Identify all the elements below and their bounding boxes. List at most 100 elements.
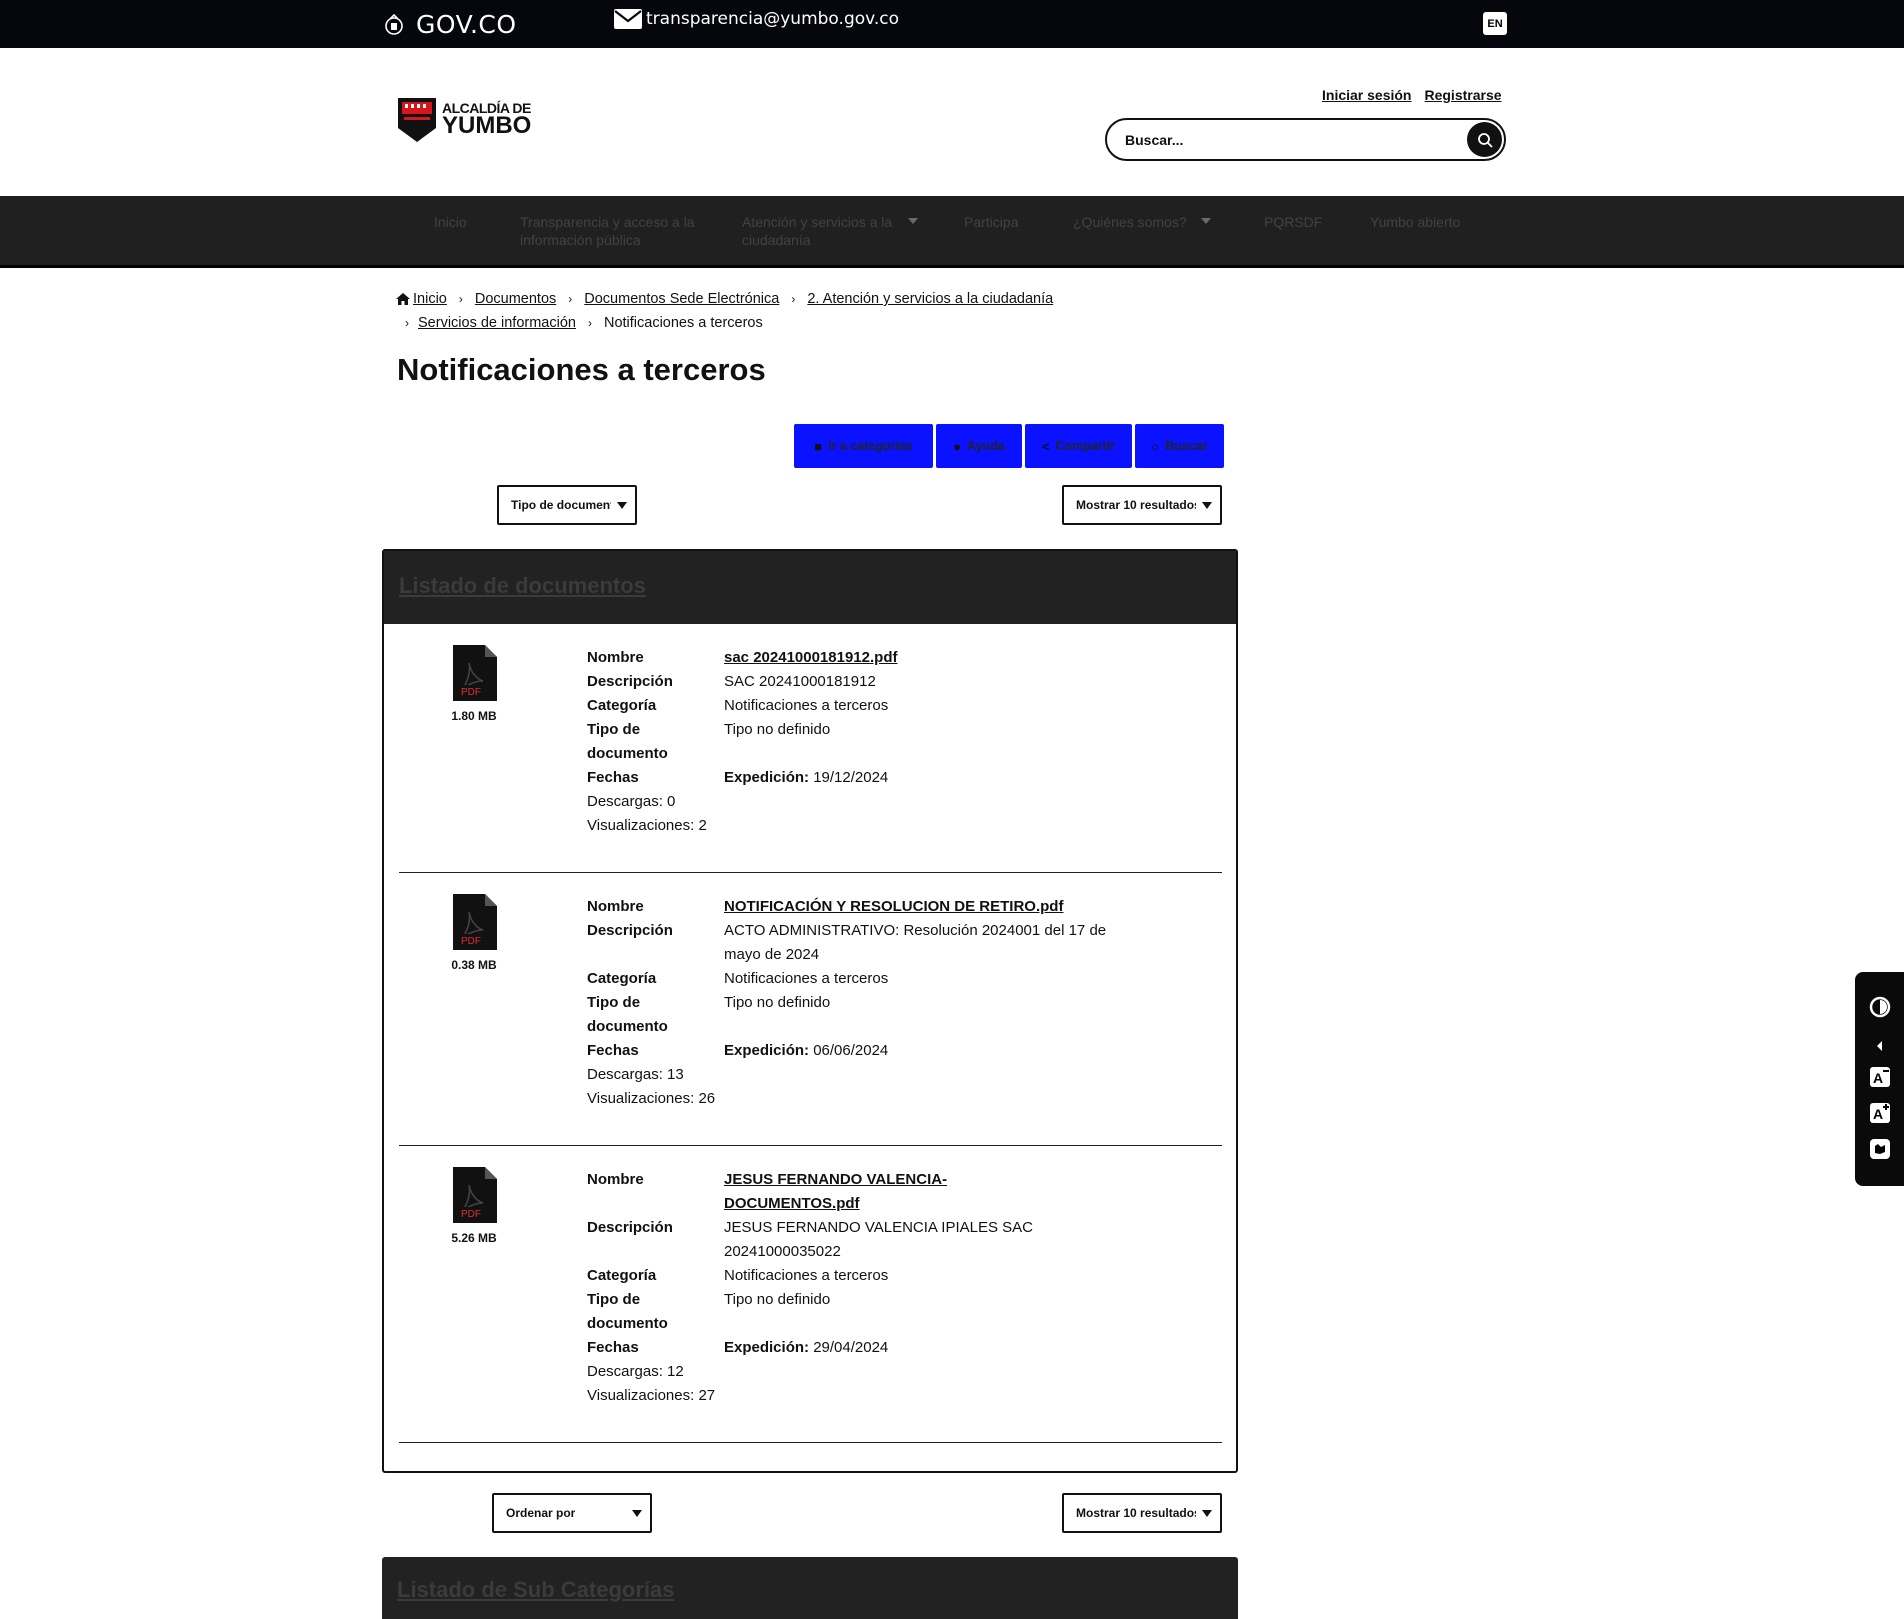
share-icon: < [1041, 438, 1050, 454]
downloads-count: 13 [667, 1066, 684, 1083]
file-type-label: PDF [461, 936, 481, 947]
register-link[interactable]: Registrarse [1424, 87, 1501, 103]
nav-item-pqrsdf[interactable]: PQRSDF [1264, 213, 1322, 231]
gov-co-link[interactable]: GOV.CO [384, 10, 517, 39]
button-label: Ir a categorías [828, 439, 913, 453]
chevron-down-icon [1202, 1510, 1212, 1517]
nav-item-participa[interactable]: Participa [964, 213, 1018, 231]
language-toggle-button[interactable]: EN [1483, 12, 1507, 35]
field-label: Descripción [587, 1219, 673, 1236]
field-label: Tipo de documento [587, 1291, 668, 1332]
chevron-down-icon [908, 218, 918, 224]
results-per-page-select[interactable]: Mostrar 10 resultados [1062, 485, 1222, 525]
button-label: Buscar [1165, 439, 1208, 453]
field-label: Fechas [587, 769, 639, 786]
results-per-page-select-bottom[interactable]: Mostrar 10 resultados [1062, 1493, 1222, 1533]
views-label: Visualizaciones: [587, 1090, 695, 1107]
sign-language-icon[interactable] [1868, 1137, 1892, 1161]
help-button[interactable]: ● Ayuda [936, 424, 1022, 468]
folder-icon: ■ [814, 438, 823, 454]
pdf-file[interactable]: PDF 0.38 MB [449, 894, 499, 972]
breadcrumb-link[interactable]: Servicios de información [418, 311, 576, 335]
field-label: Nombre [587, 1171, 644, 1188]
nav-item-atencion[interactable]: Atención y servicios a la ciudadanía [742, 213, 918, 249]
chevron-down-icon [617, 502, 627, 509]
document-name-link[interactable]: sac 20241000181912.pdf [724, 646, 1147, 670]
field-label: Categoría [587, 697, 657, 714]
contrast-icon[interactable] [1868, 995, 1892, 1019]
field-label: Descripción [587, 673, 673, 690]
views-count: 27 [698, 1387, 716, 1404]
field-label: Tipo de documento [587, 994, 668, 1035]
documents-panel-header: Listado de documentos [384, 551, 1236, 624]
chevron-down-icon [1202, 502, 1212, 509]
breadcrumb-link[interactable]: Documentos [475, 287, 556, 311]
downloads-label: Descargas: [587, 793, 663, 810]
select-value: Mostrar 10 resultados [1076, 1506, 1196, 1520]
go-to-categories-button[interactable]: ■ Ir a categorías [794, 424, 933, 468]
breadcrumb-link[interactable]: Documentos Sede Electrónica [584, 287, 779, 311]
order-by-select[interactable]: Ordenar por [492, 1493, 652, 1533]
font-increase-icon[interactable]: A [1868, 1101, 1892, 1125]
site-logo[interactable]: ALCALDÍA DE YUMBO [396, 93, 536, 145]
file-type-label: PDF [461, 687, 481, 698]
views-label: Visualizaciones: [587, 817, 695, 834]
subcategories-panel: Listado de Sub Categorías [382, 1557, 1238, 1619]
document-type: Tipo no definido [724, 721, 831, 738]
nav-item-inicio[interactable]: Inicio [434, 213, 467, 231]
font-decrease-icon[interactable]: A [1868, 1065, 1892, 1089]
document-type-select[interactable]: Tipo de documento [497, 485, 637, 525]
search-input[interactable] [1125, 129, 1455, 151]
search-documents-button[interactable]: ○ Buscar [1135, 424, 1224, 468]
breadcrumb-link[interactable]: Inicio [413, 287, 447, 311]
document-name-link[interactable]: NOTIFICACIÓN Y RESOLUCION DE RETIRO.pdf [724, 895, 1147, 919]
accessibility-toolbar: A A [1855, 972, 1904, 1186]
document-description: JESUS FERNANDO VALENCIA IPIALES SAC 2024… [724, 1219, 1033, 1260]
button-label: Ayuda [967, 439, 1005, 453]
nav-item-label: ¿Quiénes somos? [1073, 214, 1187, 230]
document-category: Notificaciones a terceros [724, 970, 889, 987]
chevron-right-icon: › [568, 292, 573, 306]
share-button[interactable]: < Compartir [1025, 424, 1132, 468]
field-label: Nombre [587, 898, 644, 915]
nav-item-label: Atención y servicios a la ciudadanía [742, 214, 893, 248]
breadcrumb-current: Notificaciones a terceros [603, 315, 763, 331]
pdf-file[interactable]: PDF 1.80 MB [449, 645, 499, 723]
page-title: Notificaciones a terceros [397, 352, 766, 387]
collapse-icon[interactable] [1868, 1034, 1892, 1058]
document-item: PDF 5.26 MB Nombre JESUS FERNANDO VALENCI… [399, 1146, 1222, 1443]
document-name-link[interactable]: JESUS FERNANDO VALENCIA-DOCUMENTOS.pdf [724, 1168, 974, 1216]
select-value: Mostrar 10 resultados [1076, 498, 1196, 512]
nav-item-quienes-somos[interactable]: ¿Quiénes somos? [1073, 213, 1211, 231]
document-category: Notificaciones a terceros [724, 697, 889, 714]
contact-email-link[interactable]: transparencia@yumbo.gov.co [612, 7, 899, 31]
subcategories-heading[interactable]: Listado de Sub Categorías [397, 1577, 675, 1603]
document-expedition-date: 06/06/2024 [813, 1042, 889, 1059]
field-label: Categoría [587, 1267, 657, 1284]
gov-bar: GOV.CO transparencia@yumbo.gov.co EN [0, 0, 1904, 48]
site-search [1105, 118, 1506, 161]
pdf-file[interactable]: PDF 5.26 MB [449, 1167, 499, 1245]
document-item: PDF 1.80 MB Nombre sac 20241000181912.pdf… [399, 624, 1222, 873]
logo-text-line2: YUMBO [442, 111, 532, 139]
breadcrumb-link[interactable]: 2. Atención y servicios a la ciudadanía [807, 287, 1053, 311]
field-label: Descripción [587, 922, 673, 939]
documents-panel: Listado de documentos PDF 1.80 MB Nombre… [382, 549, 1238, 1473]
search-button[interactable] [1467, 122, 1502, 157]
document-description: ACTO ADMINISTRATIVO: Resolución 2024001 … [724, 922, 1107, 963]
login-link[interactable]: Iniciar sesión [1322, 87, 1411, 103]
document-type: Tipo no definido [724, 994, 831, 1011]
search-icon: ○ [1151, 438, 1160, 454]
breadcrumb: Inicio › Documentos › Documentos Sede El… [396, 287, 1116, 335]
home-icon [396, 293, 410, 305]
main-nav: Inicio Transparencia y acceso a la infor… [0, 196, 1904, 268]
nav-item-transparencia[interactable]: Transparencia y acceso a la información … [520, 213, 700, 249]
documents-heading[interactable]: Listado de documentos [399, 573, 646, 599]
field-label: Expedición: [724, 1339, 810, 1356]
envelope-icon [614, 9, 642, 29]
field-label: Expedición: [724, 769, 810, 786]
nav-item-yumbo-abierto[interactable]: Yumbo abierto [1370, 213, 1460, 231]
nav-item-label: Inicio [434, 214, 467, 230]
gov-brand: GOV.CO [416, 10, 517, 39]
action-toolbar: ■ Ir a categorías ● Ayuda < Compartir ○ … [794, 424, 1224, 468]
